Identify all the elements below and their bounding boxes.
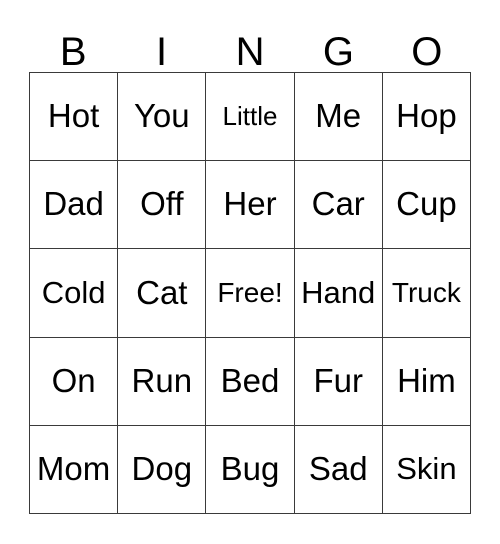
- bingo-cell[interactable]: Dad: [30, 161, 119, 250]
- bingo-header-cell-b: B: [29, 16, 117, 72]
- bingo-cell[interactable]: Bed: [206, 337, 295, 426]
- bingo-cell-label: Cold: [41, 274, 106, 310]
- bingo-header-cell-o: O: [383, 16, 471, 72]
- bingo-cell-label: Me: [315, 97, 362, 135]
- bingo-header-letter: I: [156, 30, 168, 74]
- bingo-cell-label: Dog: [131, 450, 193, 488]
- bingo-cell[interactable]: Hot: [30, 73, 119, 162]
- bingo-header-letter: N: [235, 30, 265, 74]
- bingo-cell-label: Cup: [396, 185, 457, 223]
- bingo-row: Dad Off Her Car Cup: [30, 161, 472, 250]
- bingo-header-letter: B: [59, 30, 87, 74]
- bingo-cell-label: Hop: [396, 97, 457, 135]
- bingo-free-space-cell[interactable]: Free!: [206, 249, 295, 338]
- bingo-cell-label: Skin: [396, 451, 457, 487]
- bingo-card: B I N G O Hot You Little Me Hop Dad Off …: [0, 0, 500, 544]
- bingo-header-letter: O: [411, 30, 443, 74]
- bingo-cell[interactable]: Cold: [30, 249, 119, 338]
- bingo-cell-label: Mom: [36, 450, 111, 488]
- bingo-cell-label: Run: [131, 361, 193, 399]
- bingo-cell-label: Off: [140, 185, 184, 223]
- bingo-cell-label: Truck: [391, 277, 461, 309]
- bingo-cell[interactable]: Run: [118, 337, 207, 426]
- bingo-cell[interactable]: Hop: [382, 73, 472, 162]
- bingo-cell-label: Dad: [43, 185, 104, 223]
- bingo-cell-label: Bed: [220, 361, 280, 399]
- bingo-cell-label: Little: [222, 100, 278, 131]
- bingo-header-cell-i: I: [117, 16, 205, 72]
- bingo-cell[interactable]: Dog: [118, 425, 207, 515]
- bingo-cell[interactable]: Cat: [118, 249, 207, 338]
- bingo-cell[interactable]: Cup: [382, 161, 472, 250]
- bingo-cell-label: Bug: [220, 450, 280, 488]
- bingo-cell[interactable]: On: [30, 337, 119, 426]
- bingo-row: Hot You Little Me Hop: [30, 73, 472, 162]
- bingo-cell-label: You: [133, 97, 190, 135]
- bingo-cell-label: Sad: [308, 450, 368, 488]
- bingo-header-row: B I N G O: [29, 16, 471, 72]
- bingo-cell[interactable]: Mom: [30, 425, 119, 515]
- bingo-cell[interactable]: Truck: [382, 249, 472, 338]
- bingo-cell-label: On: [51, 361, 96, 399]
- bingo-cell[interactable]: Skin: [382, 425, 472, 515]
- bingo-cell[interactable]: Bug: [206, 425, 295, 515]
- bingo-cell-label: Fur: [313, 361, 363, 399]
- bingo-cell-label: Hot: [47, 97, 100, 135]
- bingo-cell[interactable]: You: [118, 73, 207, 162]
- bingo-grid: Hot You Little Me Hop Dad Off Her Car Cu…: [29, 72, 472, 515]
- bingo-cell[interactable]: Off: [118, 161, 207, 250]
- bingo-free-space-label: Free!: [217, 277, 283, 309]
- bingo-header-cell-n: N: [206, 16, 294, 72]
- bingo-cell[interactable]: Him: [382, 337, 472, 426]
- bingo-row: Mom Dog Bug Sad Skin: [30, 425, 472, 515]
- bingo-cell[interactable]: Me: [294, 73, 383, 162]
- bingo-cell-label: Cat: [136, 273, 188, 311]
- bingo-cell[interactable]: Little: [206, 73, 295, 162]
- bingo-cell[interactable]: Her: [206, 161, 295, 250]
- bingo-row: On Run Bed Fur Him: [30, 337, 472, 426]
- bingo-cell[interactable]: Fur: [294, 337, 383, 426]
- bingo-row: Cold Cat Free! Hand Truck: [30, 249, 472, 338]
- bingo-header-letter: G: [322, 30, 354, 74]
- bingo-cell[interactable]: Car: [294, 161, 383, 250]
- bingo-cell-label: Car: [311, 185, 365, 223]
- bingo-cell-label: Hand: [301, 274, 376, 310]
- bingo-cell[interactable]: Sad: [294, 425, 383, 515]
- bingo-header-cell-g: G: [294, 16, 382, 72]
- bingo-cell[interactable]: Hand: [294, 249, 383, 338]
- bingo-cell-label: Him: [397, 361, 456, 399]
- bingo-cell-label: Her: [223, 185, 277, 223]
